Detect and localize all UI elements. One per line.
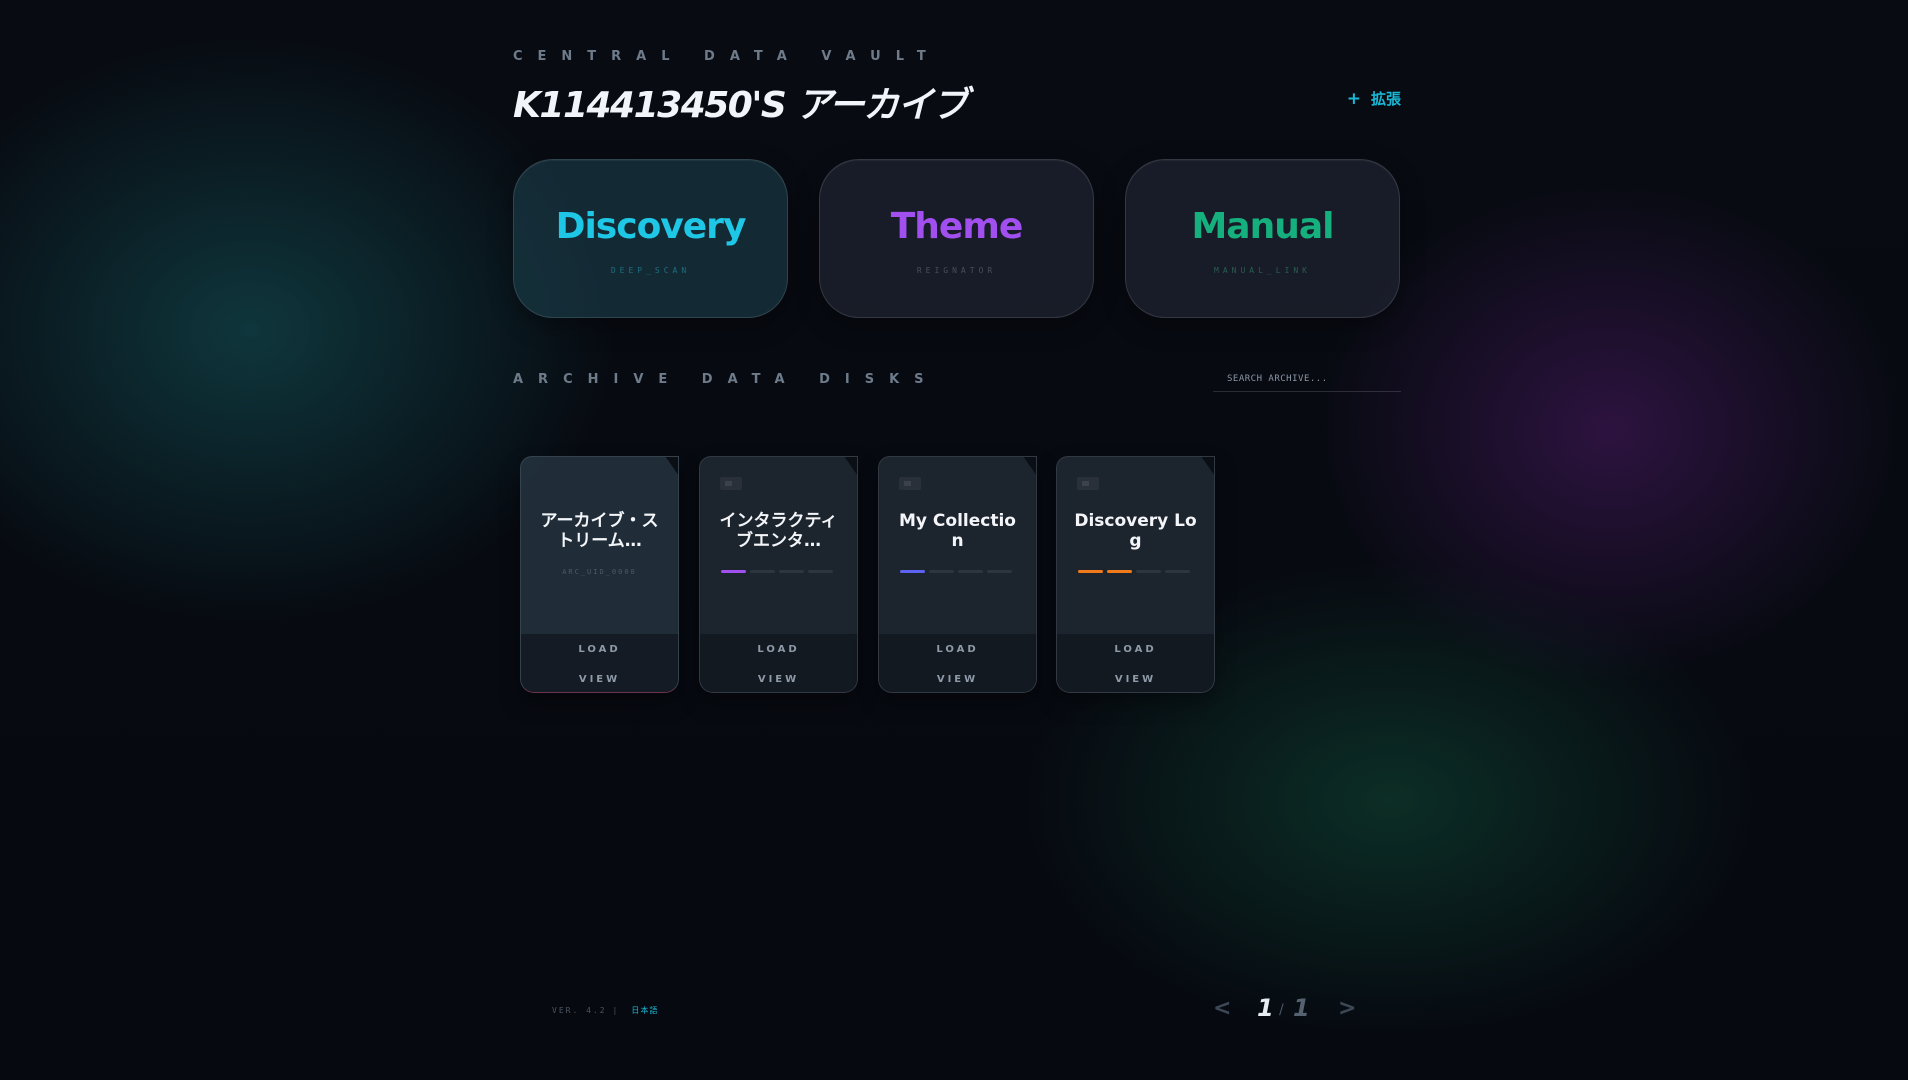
vault-container: CENTRAL DATA VAULT K114413450'S アーカイブ + 拡…: [513, 0, 1401, 1080]
expand-label: 拡張: [1370, 90, 1401, 108]
manual-title: Manual: [1191, 206, 1334, 247]
section-label: ARCHIVE DATA DISKS: [513, 372, 939, 387]
theme-subtitle: REIGNATOR: [916, 266, 997, 275]
progress-segment: [808, 570, 833, 573]
disk-face: Discovery Log: [1057, 457, 1214, 634]
data-disk[interactable]: My Collection LOAD VIEW: [878, 456, 1037, 693]
view-button[interactable]: VIEW: [879, 674, 1036, 685]
current-page: 1: [1257, 994, 1274, 1022]
data-disk[interactable]: インタラクティブエンタ… LOAD VIEW: [699, 456, 858, 693]
load-button[interactable]: LOAD: [700, 644, 857, 655]
page-title: K114413450'S アーカイブ: [513, 85, 968, 126]
disk-progress: [1078, 570, 1190, 573]
progress-segment: [900, 570, 925, 573]
load-button[interactable]: LOAD: [879, 644, 1036, 655]
theme-title: Theme: [890, 206, 1024, 247]
view-button[interactable]: VIEW: [700, 674, 857, 685]
progress-segment: [1078, 570, 1103, 573]
view-button[interactable]: VIEW: [521, 674, 678, 685]
disk-actions: LOAD VIEW: [879, 634, 1036, 692]
vault-kicker: CENTRAL DATA VAULT: [513, 49, 941, 64]
language-toggle[interactable]: 日本語: [631, 1006, 658, 1015]
discovery-card[interactable]: Discovery DEEP_SCAN: [513, 159, 788, 318]
disk-progress: [900, 570, 1012, 573]
theme-card[interactable]: Theme REIGNATOR: [819, 159, 1094, 318]
footer-separator: |: [612, 1006, 620, 1015]
data-disk[interactable]: アーカイブ・ストリーム… ARC_UID_0000 LOAD VIEW: [520, 456, 679, 693]
discovery-subtitle: DEEP_SCAN: [610, 266, 691, 275]
discovery-title: Discovery: [555, 206, 747, 247]
progress-segment: [987, 570, 1012, 573]
progress-segment: [929, 570, 954, 573]
disk-name: My Collection: [899, 511, 1016, 551]
disk-name: インタラクティブエンタ…: [719, 511, 838, 551]
disk-actions: LOAD VIEW: [521, 634, 678, 692]
pagination: < 1 / 1 >: [1213, 994, 1373, 1026]
prev-page-button[interactable]: <: [1213, 996, 1231, 1021]
disk-name: アーカイブ・ストリーム…: [540, 511, 659, 551]
progress-segment: [958, 570, 983, 573]
view-button[interactable]: VIEW: [1057, 674, 1214, 685]
progress-segment: [721, 570, 746, 573]
disk-face: My Collection: [879, 457, 1036, 634]
next-page-button[interactable]: >: [1338, 996, 1356, 1021]
manual-subtitle: MANUAL_LINK: [1214, 266, 1311, 275]
disk-progress: [721, 570, 833, 573]
chip-icon: [899, 477, 921, 490]
load-button[interactable]: LOAD: [521, 644, 678, 655]
chip-icon: [720, 477, 742, 490]
disk-actions: LOAD VIEW: [700, 634, 857, 692]
plus-icon: +: [1346, 89, 1361, 109]
total-pages: 1: [1293, 994, 1310, 1022]
load-button[interactable]: LOAD: [1057, 644, 1214, 655]
page-separator: /: [1279, 1002, 1284, 1018]
progress-segment: [1165, 570, 1190, 573]
disk-code: ARC_UID_0000: [562, 568, 637, 576]
disk-actions: LOAD VIEW: [1057, 634, 1214, 692]
data-disk[interactable]: Discovery Log LOAD VIEW: [1056, 456, 1215, 693]
version-info: VER. 4.2 | 日本語: [552, 1005, 658, 1016]
disk-face: アーカイブ・ストリーム… ARC_UID_0000: [521, 457, 678, 634]
progress-segment: [1136, 570, 1161, 573]
manual-card[interactable]: Manual MANUAL_LINK: [1125, 159, 1400, 318]
progress-segment: [1107, 570, 1132, 573]
disk-name: Discovery Log: [1074, 511, 1197, 551]
version-label: VER. 4.2: [552, 1006, 607, 1015]
search-input[interactable]: [1213, 366, 1401, 392]
expand-button[interactable]: + 拡張: [1347, 88, 1401, 109]
chip-icon: [1077, 477, 1099, 490]
progress-segment: [779, 570, 804, 573]
progress-segment: [750, 570, 775, 573]
disk-face: インタラクティブエンタ…: [700, 457, 857, 634]
